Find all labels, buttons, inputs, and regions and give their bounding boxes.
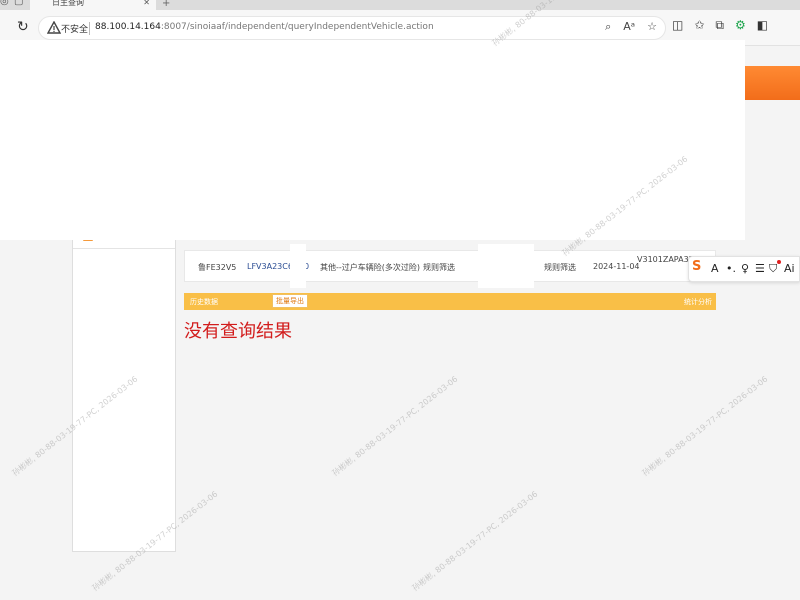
watermark: 孙彬彬, 80-88-03-19-77-PC, 2026-03-06 (640, 374, 770, 478)
reload-icon[interactable]: ↻ (17, 19, 29, 35)
microphone-icon[interactable]: ♀ (741, 263, 749, 275)
no-result-message: 没有查询结果 (184, 321, 292, 342)
table-row[interactable]: 鲁FE32V5 LFV3A23C6H30 其他--过户车辆险(多次过险) 规则筛… (184, 250, 745, 282)
tab-title: 日主查询 (52, 0, 84, 7)
read-aloud-icon[interactable]: Aᵃ (623, 20, 635, 34)
tab-active[interactable]: 日主查询 ✕ (30, 0, 156, 10)
url-text[interactable]: 88.100.14.164:8007/sinoiaaf/independent/… (95, 22, 434, 32)
statistics-label[interactable]: 统计分析 (684, 297, 712, 307)
browser-menu-icon[interactable]: ◎ (0, 0, 9, 7)
floating-text-toolbar: S A •. ♀ ☰ ⛉ Ai (688, 256, 800, 282)
history-data-label[interactable]: 历史数据 (190, 297, 218, 307)
cell-plate: 鲁FE32V5 (198, 263, 237, 272)
zoom-icon[interactable]: ⌕ (605, 20, 611, 34)
address-bar[interactable]: 不安全 88.100.14.164:8007/sinoiaaf/independ… (38, 16, 666, 40)
font-a-icon[interactable]: A (711, 263, 719, 275)
omnibox-icons: ⌕ Aᵃ ☆ (605, 20, 657, 34)
tab-strip: ◎ ▢ 日主查询 ✕ + (0, 0, 800, 10)
tab-close-icon[interactable]: ✕ (143, 0, 150, 7)
profile-icon[interactable]: ◧ (757, 18, 768, 33)
white-overlay-panel (0, 40, 745, 240)
sogou-s-icon[interactable]: S (692, 260, 701, 273)
favorites-icon[interactable]: ✩ (694, 18, 704, 33)
address-divider (89, 22, 90, 35)
ai-icon[interactable]: Ai (784, 263, 795, 275)
redaction-block (478, 244, 534, 288)
document-icon[interactable]: ☰ (755, 263, 765, 275)
punctuation-icon[interactable]: •. (726, 263, 736, 275)
cell-date: 2024-11-04 (593, 262, 640, 271)
header-orange-strip (742, 66, 800, 100)
collections-icon[interactable]: ⧉ (715, 18, 724, 33)
favorite-star-icon[interactable]: ☆ (647, 20, 657, 34)
security-label[interactable]: 不安全 (61, 22, 88, 35)
watermark: 孙彬彬, 80-88-03-19-77-PC, 2026-03-06 (330, 374, 460, 478)
extension-icon[interactable]: ⚙ (735, 18, 746, 33)
redaction-block (290, 244, 306, 288)
notification-dot (777, 260, 781, 264)
cell-rule: 规则筛选 (423, 263, 455, 272)
result-toolbar: 历史数据 批量导出 统计分析 (184, 293, 716, 310)
split-screen-icon[interactable]: ◫ (672, 18, 683, 33)
url-host: 88.100.14.164 (95, 22, 161, 32)
cell-rule-2: 规则筛选 (544, 263, 576, 272)
warning-icon (47, 21, 61, 34)
browser-tool-icons: ◫ ✩ ⧉ ⚙ ◧ (672, 18, 768, 33)
cell-type: 其他--过户车辆险(多次过险) (320, 263, 421, 272)
left-sidebar-panel (72, 228, 176, 552)
url-path: :8007/sinoiaaf/independent/queryIndepend… (160, 22, 434, 32)
new-tab-button[interactable]: + (162, 0, 170, 9)
tab-actions-icon[interactable]: ▢ (14, 0, 23, 7)
watermark: 孙彬彬, 80-88-03-19-77-PC, 2026-03-06 (410, 489, 540, 593)
skin-shirt-icon[interactable]: ⛉ (769, 263, 777, 275)
batch-export-button[interactable]: 批量导出 (272, 294, 308, 308)
